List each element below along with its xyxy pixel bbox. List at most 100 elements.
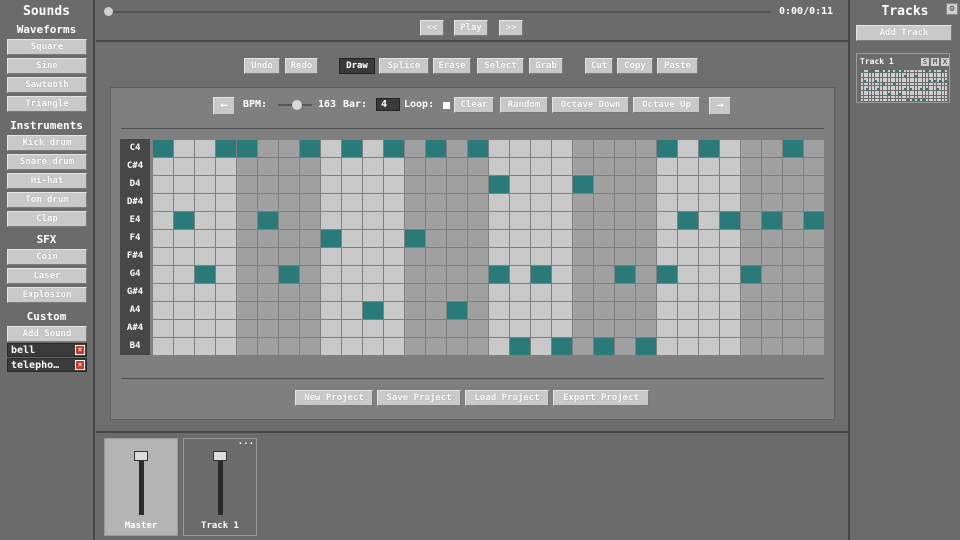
step-cell[interactable] [321, 302, 341, 319]
step-cell[interactable] [699, 158, 719, 175]
tool-erase-button[interactable]: Erase [433, 58, 471, 74]
step-cell[interactable] [174, 284, 194, 301]
step-cell[interactable] [195, 230, 215, 247]
delete-icon[interactable]: × [75, 360, 85, 370]
step-cell[interactable] [363, 284, 383, 301]
step-cell[interactable] [279, 230, 299, 247]
step-cell[interactable] [342, 194, 362, 211]
more-icon[interactable]: ... [238, 437, 254, 447]
step-cell[interactable] [636, 212, 656, 229]
step-cell[interactable] [615, 248, 635, 265]
step-cell[interactable] [321, 194, 341, 211]
step-cell[interactable] [804, 266, 824, 283]
step-cell[interactable] [153, 158, 173, 175]
step-cell[interactable] [636, 230, 656, 247]
step-cell[interactable] [447, 158, 467, 175]
step-cell[interactable] [699, 266, 719, 283]
step-cell[interactable] [405, 284, 425, 301]
step-cell[interactable] [279, 338, 299, 355]
step-cell[interactable] [447, 230, 467, 247]
undo-button[interactable]: Undo [244, 58, 280, 74]
step-cell[interactable] [405, 212, 425, 229]
step-cell[interactable] [573, 140, 593, 157]
step-cell[interactable] [321, 320, 341, 337]
step-cell[interactable] [237, 176, 257, 193]
tool-select-button[interactable]: Select [477, 58, 524, 74]
step-cell[interactable] [783, 230, 803, 247]
sound-sine-button[interactable]: Sine [7, 58, 87, 74]
step-cell[interactable] [384, 284, 404, 301]
step-cell[interactable] [804, 212, 824, 229]
step-cell[interactable] [489, 176, 509, 193]
step-cell[interactable] [615, 320, 635, 337]
step-cell[interactable] [657, 302, 677, 319]
step-cell[interactable] [237, 230, 257, 247]
step-cell[interactable] [342, 212, 362, 229]
step-cell[interactable] [762, 176, 782, 193]
step-cell[interactable] [783, 284, 803, 301]
step-cell[interactable] [552, 266, 572, 283]
step-cell[interactable] [468, 320, 488, 337]
step-cell[interactable] [594, 302, 614, 319]
step-cell[interactable] [363, 176, 383, 193]
step-cell[interactable] [258, 140, 278, 157]
step-cell[interactable] [468, 140, 488, 157]
step-cell[interactable] [804, 158, 824, 175]
sound-hi-hat-button[interactable]: Hi-hat [7, 173, 87, 189]
step-cell[interactable] [342, 266, 362, 283]
step-cell[interactable] [573, 158, 593, 175]
step-cell[interactable] [615, 176, 635, 193]
redo-button[interactable]: Redo [285, 58, 318, 74]
step-cell[interactable] [615, 266, 635, 283]
step-cell[interactable] [762, 284, 782, 301]
step-cell[interactable] [363, 158, 383, 175]
step-cell[interactable] [426, 158, 446, 175]
step-cell[interactable] [468, 248, 488, 265]
step-cell[interactable] [489, 302, 509, 319]
step-cell[interactable] [741, 320, 761, 337]
step-cell[interactable] [468, 302, 488, 319]
step-cell[interactable] [153, 176, 173, 193]
step-cell[interactable] [489, 230, 509, 247]
step-cell[interactable] [174, 248, 194, 265]
step-cell[interactable] [405, 158, 425, 175]
step-cell[interactable] [678, 140, 698, 157]
step-cell[interactable] [195, 194, 215, 211]
step-cell[interactable] [300, 302, 320, 319]
step-cell[interactable] [762, 320, 782, 337]
step-cell[interactable] [489, 158, 509, 175]
step-cell[interactable] [720, 212, 740, 229]
step-cell[interactable] [594, 284, 614, 301]
add-track-button[interactable]: Add Track [856, 25, 952, 41]
step-cell[interactable] [405, 338, 425, 355]
step-cell[interactable] [720, 284, 740, 301]
step-cell[interactable] [510, 284, 530, 301]
step-cell[interactable] [741, 248, 761, 265]
step-cell[interactable] [720, 302, 740, 319]
step-cell[interactable] [699, 284, 719, 301]
step-cell[interactable] [342, 320, 362, 337]
clear-button[interactable]: Clear [454, 97, 494, 113]
step-cell[interactable] [699, 320, 719, 337]
step-cell[interactable] [195, 284, 215, 301]
step-cell[interactable] [300, 320, 320, 337]
step-cell[interactable] [153, 212, 173, 229]
step-cell[interactable] [510, 302, 530, 319]
step-cell[interactable] [636, 320, 656, 337]
step-cell[interactable] [279, 212, 299, 229]
step-cell[interactable] [258, 230, 278, 247]
step-cell[interactable] [783, 176, 803, 193]
step-cell[interactable] [363, 248, 383, 265]
prev-bar-arrow-icon[interactable]: ← [213, 97, 235, 115]
step-cell[interactable] [405, 266, 425, 283]
step-cell[interactable] [195, 338, 215, 355]
copy-button[interactable]: Copy [617, 58, 653, 74]
step-cell[interactable] [195, 212, 215, 229]
step-cell[interactable] [153, 248, 173, 265]
step-cell[interactable] [615, 158, 635, 175]
step-cell[interactable] [678, 230, 698, 247]
step-cell[interactable] [531, 212, 551, 229]
step-cell[interactable] [153, 266, 173, 283]
cut-button[interactable]: Cut [585, 58, 613, 74]
step-cell[interactable] [594, 248, 614, 265]
